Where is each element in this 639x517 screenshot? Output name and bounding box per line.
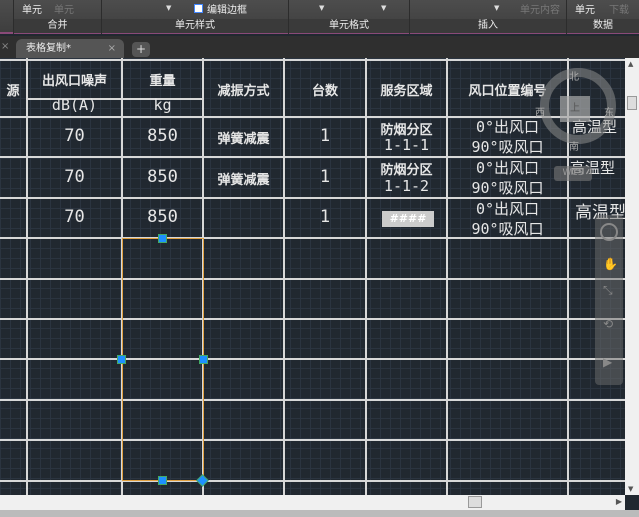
viewcube-east[interactable]: 东 bbox=[604, 104, 614, 119]
navigation-bar: ✋ ⤡ ⟲ ▶ bbox=[595, 215, 623, 385]
cell-content-button[interactable]: 单元内容 bbox=[520, 1, 560, 16]
table-line bbox=[0, 318, 625, 320]
header-cell: 出风口噪声 bbox=[41, 74, 107, 89]
horizontal-scroll-thumb[interactable] bbox=[468, 496, 482, 508]
ribbon-group-data: 单元 下载 数据 bbox=[567, 0, 639, 34]
table-line bbox=[0, 399, 625, 401]
position-cell-2: 90°吸风口 bbox=[471, 138, 544, 156]
unmerge-cells-button[interactable]: 单元 bbox=[54, 1, 74, 16]
position-cell[interactable]: 0°出风口 bbox=[447, 198, 568, 219]
download-button[interactable]: 下载 bbox=[609, 1, 629, 16]
ribbon: 单元 单元 合并 ▼ 编辑边框 单元样式 ▼ ▼ 单元格式 ▼ 单元内容 插入 … bbox=[0, 0, 639, 34]
tab-drawing[interactable]: 表格复制* × bbox=[16, 39, 124, 58]
damping-cell[interactable]: 弹簧减震 bbox=[203, 169, 284, 188]
area-cell-overflow[interactable]: #### bbox=[382, 211, 434, 227]
merge-cells-button[interactable]: 单元 bbox=[22, 1, 42, 16]
showmotion-icon[interactable]: ▶ bbox=[603, 355, 612, 369]
ribbon-group-merge: 单元 单元 合并 bbox=[14, 0, 102, 34]
orbit-icon[interactable]: ⟲ bbox=[603, 317, 613, 331]
grid-icon bbox=[194, 4, 203, 13]
weight-cell[interactable]: 850 bbox=[122, 126, 203, 146]
edit-borders-button[interactable]: 编辑边框 bbox=[194, 1, 247, 16]
table-line bbox=[283, 58, 285, 495]
group-label: 合并 bbox=[14, 19, 101, 33]
group-label: 单元样式 bbox=[102, 19, 288, 33]
close-icon[interactable]: × bbox=[1, 41, 9, 52]
chevron-down-icon[interactable]: ▼ bbox=[166, 4, 171, 12]
weight-cell[interactable]: 850 bbox=[122, 207, 203, 227]
wcs-menu[interactable]: WCS bbox=[554, 166, 592, 181]
vertical-scrollbar[interactable]: ▲ ▼ bbox=[625, 58, 639, 495]
grip-handle[interactable] bbox=[158, 476, 167, 485]
grip-handle[interactable] bbox=[199, 355, 208, 364]
header-cell: 服务区域 bbox=[380, 84, 433, 99]
table-line bbox=[0, 278, 625, 280]
viewcube-top-face[interactable]: 上 bbox=[560, 96, 590, 122]
scroll-right-icon[interactable]: ▶ bbox=[616, 497, 622, 506]
noise-cell[interactable]: 70 bbox=[27, 207, 122, 227]
status-bar bbox=[0, 510, 639, 517]
area-cell-code: 1-1-1 bbox=[383, 136, 430, 154]
table-line bbox=[0, 480, 625, 482]
damping-cell[interactable]: 弹簧减震 bbox=[203, 128, 284, 147]
header-cell: 台数 bbox=[311, 84, 338, 99]
viewcube-north[interactable]: 北 bbox=[569, 68, 579, 83]
position-cell-2: 90°吸风口 bbox=[471, 220, 544, 238]
horizontal-scrollbar[interactable]: ▶ bbox=[0, 495, 625, 510]
noise-cell[interactable]: 70 bbox=[27, 126, 122, 146]
area-cell[interactable]: 防烟分区 bbox=[366, 159, 447, 178]
chevron-down-icon[interactable]: ▼ bbox=[319, 4, 324, 12]
table-line bbox=[0, 439, 625, 441]
group-label: 数据 bbox=[567, 19, 639, 33]
group-label: 插入 bbox=[410, 19, 566, 33]
close-icon[interactable]: × bbox=[108, 39, 116, 58]
header-cell: 源 bbox=[6, 84, 20, 99]
new-tab-button[interactable]: + bbox=[132, 42, 150, 57]
ribbon-group-prev bbox=[0, 0, 14, 34]
chevron-down-icon[interactable]: ▼ bbox=[381, 4, 386, 12]
group-label: 单元格式 bbox=[289, 19, 409, 33]
table-line bbox=[26, 58, 28, 495]
count-cell[interactable]: 1 bbox=[284, 167, 366, 187]
table-line bbox=[0, 59, 625, 61]
ribbon-group-insert: ▼ 单元内容 插入 bbox=[410, 0, 567, 34]
noise-cell[interactable]: 70 bbox=[27, 167, 122, 187]
position-cell[interactable]: 0°出风口 bbox=[447, 157, 568, 178]
scroll-down-icon[interactable]: ▼ bbox=[628, 485, 633, 493]
edit-borders-label: 编辑边框 bbox=[207, 5, 247, 16]
table-line bbox=[0, 358, 625, 360]
pan-icon[interactable]: ✋ bbox=[603, 257, 618, 271]
weight-cell[interactable]: 850 bbox=[122, 167, 203, 187]
viewcube-south[interactable]: 南 bbox=[569, 138, 579, 153]
header-cell: 减振方式 bbox=[217, 84, 270, 99]
chevron-down-icon[interactable]: ▼ bbox=[494, 4, 499, 12]
header-unit: kg bbox=[153, 96, 172, 114]
scroll-up-icon[interactable]: ▲ bbox=[628, 60, 633, 68]
cell-selection[interactable] bbox=[122, 238, 204, 481]
area-cell-code: 1-1-2 bbox=[383, 177, 430, 195]
ribbon-group-cell-style: ▼ 编辑边框 单元样式 bbox=[102, 0, 289, 34]
ribbon-group-cell-format: ▼ ▼ 单元格式 bbox=[289, 0, 410, 34]
header-cell: 重量 bbox=[149, 74, 176, 89]
header-unit: dB(A) bbox=[51, 96, 98, 114]
viewcube-west[interactable]: 西 bbox=[535, 104, 545, 119]
grip-handle[interactable] bbox=[158, 234, 167, 243]
steering-wheel-icon[interactable] bbox=[600, 223, 618, 241]
tab-label: 表格复制* bbox=[26, 43, 71, 54]
drawing-canvas[interactable]: 源 出风口噪声 dB(A) 重量 kg 减振方式 台数 服务区域 风口位置编号 … bbox=[0, 58, 625, 495]
grip-handle[interactable] bbox=[117, 355, 126, 364]
position-cell-2: 90°吸风口 bbox=[471, 179, 544, 197]
count-cell[interactable]: 1 bbox=[284, 126, 366, 146]
count-cell[interactable]: 1 bbox=[284, 207, 366, 227]
zoom-extents-icon[interactable]: ⤡ bbox=[603, 283, 613, 298]
link-cell-button[interactable]: 单元 bbox=[575, 1, 595, 16]
vertical-scroll-thumb[interactable] bbox=[627, 96, 637, 110]
document-tabs: × 表格复制* × + bbox=[0, 36, 639, 58]
